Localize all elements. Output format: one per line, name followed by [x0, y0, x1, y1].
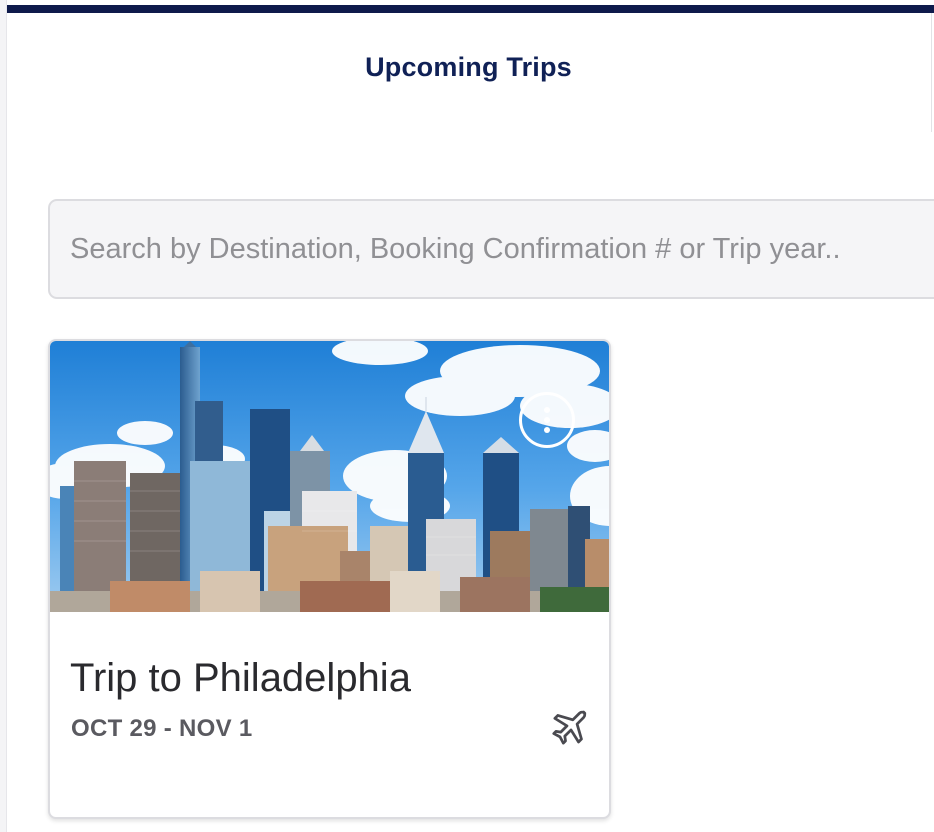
philadelphia-skyline-image [50, 341, 609, 612]
trip-dates: OCT 29 - NOV 1 [71, 715, 253, 742]
more-vertical-icon [544, 417, 550, 423]
trip-card[interactable]: Trip to Philadelphia OCT 29 - NOV 1 [48, 339, 611, 819]
more-vertical-icon [544, 407, 550, 413]
search-box[interactable] [48, 199, 934, 299]
trip-title: Trip to Philadelphia [70, 656, 411, 700]
left-panel-edge [0, 0, 7, 832]
page-title: Upcoming Trips [365, 52, 572, 82]
top-brand-bar [7, 5, 934, 13]
upcoming-trips-page: Upcoming Trips Search by Destination, Bo… [7, 0, 934, 832]
trip-card-image [50, 341, 609, 612]
more-vertical-icon [544, 427, 550, 433]
airplane-icon [552, 710, 587, 745]
trip-options-button[interactable] [519, 392, 575, 448]
search-input[interactable] [70, 201, 930, 297]
